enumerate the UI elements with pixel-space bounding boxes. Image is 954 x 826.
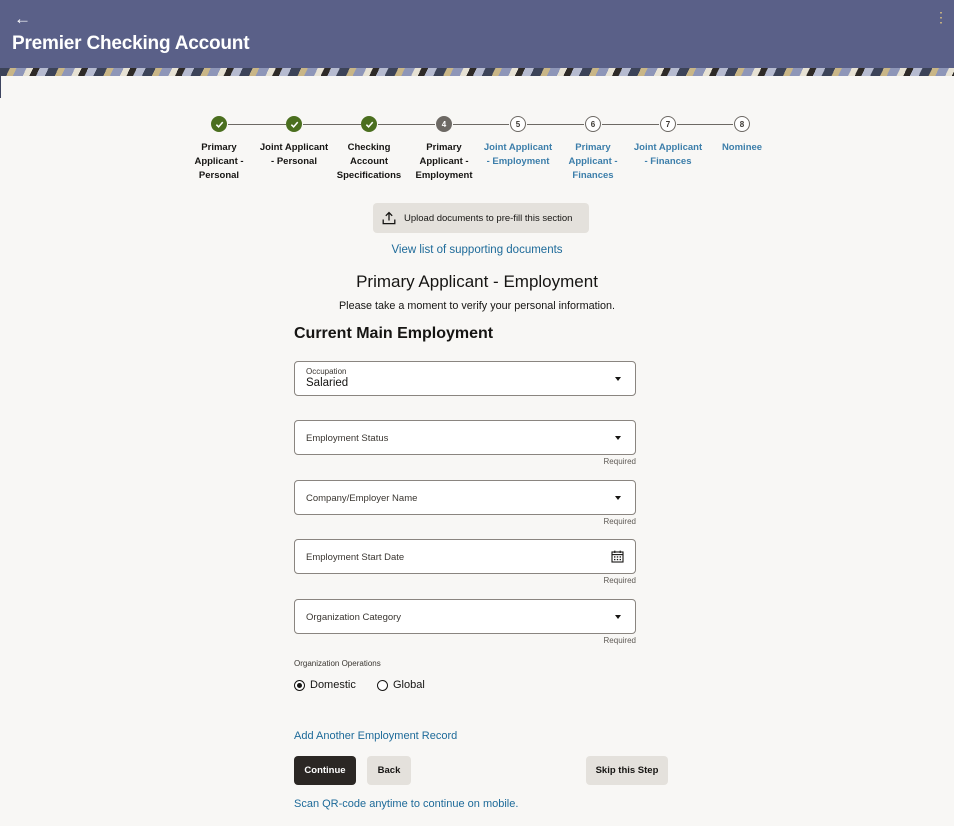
step-6-indicator: 6	[585, 116, 601, 132]
chevron-down-icon	[615, 615, 621, 619]
step-1-check-icon[interactable]	[211, 116, 227, 132]
employment-start-date-required-hint: Required	[603, 576, 636, 585]
step-5-label: Joint Applicant - Employment	[483, 142, 553, 167]
step-3-label[interactable]: Checking Account Specifications	[336, 141, 402, 183]
upload-documents-button[interactable]: Upload documents to pre-fill this sectio…	[373, 203, 589, 233]
step-connector	[228, 124, 286, 125]
step-1-label[interactable]: Primary Applicant - Personal	[190, 141, 248, 183]
chevron-down-icon	[615, 377, 621, 381]
radio-global[interactable]: Global	[377, 679, 425, 691]
step-5-indicator: 5	[510, 116, 526, 132]
organization-category-select[interactable]: Organization Category	[294, 599, 636, 634]
occupation-value: Salaried	[306, 377, 349, 389]
step-connector	[303, 124, 361, 125]
employment-start-date-label: Employment Start Date	[306, 552, 405, 563]
step-8-label: Nominee	[721, 142, 763, 153]
chevron-down-icon	[615, 496, 621, 500]
app-header: ← ⋮ Premier Checking Account	[0, 0, 954, 68]
step-2-check-icon[interactable]	[286, 116, 302, 132]
organization-operations-label: Organization Operations	[294, 659, 381, 668]
step-4-indicator: 4	[436, 116, 452, 132]
step-7-label: Joint Applicant - Finances	[633, 142, 703, 167]
radio-selected-icon[interactable]	[294, 679, 305, 691]
step-7-indicator: 7	[660, 116, 676, 132]
page-heading: Primary Applicant - Employment	[356, 272, 598, 291]
employment-status-label: Employment Status	[306, 433, 389, 444]
continue-button[interactable]: Continue	[294, 756, 356, 785]
skip-step-button[interactable]: Skip this Step	[586, 756, 668, 785]
company-employer-select[interactable]: Company/Employer Name	[294, 480, 636, 515]
step-connector	[677, 124, 733, 125]
divider	[0, 76, 1, 98]
back-arrow-icon[interactable]: ←	[14, 9, 31, 29]
radio-domestic[interactable]: Domestic	[294, 679, 356, 691]
organization-category-required-hint: Required	[603, 636, 636, 645]
step-connector	[602, 124, 659, 125]
step-2-label[interactable]: Joint Applicant - Personal	[258, 141, 330, 169]
step-6-label: Primary Applicant - Finances	[568, 142, 618, 181]
section-heading: Current Main Employment	[294, 325, 494, 342]
view-supporting-documents-link[interactable]: View list of supporting documents	[0, 244, 954, 256]
back-button[interactable]: Back	[367, 756, 411, 785]
step-4-label: Primary Applicant - Employment	[415, 142, 473, 181]
decorative-banner	[0, 68, 954, 76]
add-employment-record-link[interactable]: Add Another Employment Record	[294, 730, 457, 742]
upload-documents-label: Upload documents to pre-fill this sectio…	[404, 212, 573, 224]
employment-status-required-hint: Required	[603, 457, 636, 466]
more-options-icon[interactable]: ⋮	[934, 10, 948, 24]
step-3-check-icon[interactable]	[361, 116, 377, 132]
step-connector	[378, 124, 435, 125]
step-8-indicator: 8	[734, 116, 750, 132]
employment-status-select[interactable]: Employment Status	[294, 420, 636, 455]
radio-unselected-icon[interactable]	[377, 679, 388, 691]
company-employer-required-hint: Required	[603, 517, 636, 526]
radio-global-label: Global	[393, 679, 425, 691]
step-connector	[527, 124, 584, 125]
employment-start-date-field[interactable]: Employment Start Date	[294, 539, 636, 574]
occupation-label: Occupation	[306, 367, 347, 376]
upload-icon	[382, 211, 396, 225]
occupation-select[interactable]: Occupation Salaried	[294, 361, 636, 396]
calendar-icon[interactable]	[611, 550, 624, 563]
page-subheading: Please take a moment to verify your pers…	[338, 300, 616, 312]
page-title: Premier Checking Account	[12, 33, 250, 54]
organization-category-label: Organization Category	[306, 612, 402, 623]
company-employer-label: Company/Employer Name	[306, 493, 418, 504]
step-connector	[453, 124, 509, 125]
chevron-down-icon	[615, 436, 621, 440]
radio-domestic-label: Domestic	[310, 679, 356, 691]
scan-qr-code-link[interactable]: Scan QR-code anytime to continue on mobi…	[294, 798, 518, 810]
